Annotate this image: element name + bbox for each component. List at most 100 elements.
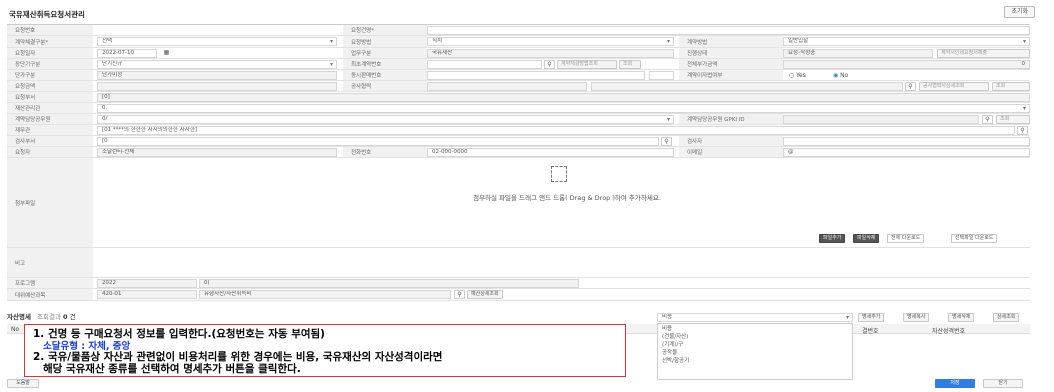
req-method-select[interactable]: 직치 [427,37,674,46]
vendor-view-button[interactable]: 조회 [992,82,1030,91]
label-total-vat: 전체부가금액 [679,59,783,69]
radio-yes[interactable]: ○ Yes [789,72,806,79]
duty-search-icon[interactable]: ⚲ [982,115,993,124]
related-contract-input[interactable] [427,71,645,80]
total-vat-value: 0 [783,60,1030,69]
label-req-date: 요청일자 [7,48,93,58]
count-unit: 건 [69,313,76,321]
col-asset: 자산성격번호 [932,328,966,335]
help-button[interactable]: 도움말 [7,379,39,388]
file-add-button[interactable]: 파일추가 [819,234,846,243]
calendar-icon[interactable]: ▦ [161,49,172,58]
dropdown-option[interactable]: 공작물 [662,349,848,357]
inspector-input[interactable] [783,137,1030,146]
label-phone: 전화번호 [343,147,427,157]
category-select[interactable]: 비용 [657,313,853,322]
label-contract-method: 계약방법 [679,36,783,47]
asset-list-title: 자산명세 [7,313,31,321]
label-remark: 비고 [7,248,93,277]
duty-id-value [783,115,979,124]
finance-search-icon[interactable]: ⚲ [1017,126,1028,135]
vendor-value [427,82,587,91]
dropdown-option[interactable]: (건물/자산) [662,333,848,341]
label-long-term: 장단기구분 [7,59,93,69]
label-contract-type: 계약체결구분* [7,36,93,47]
budget-search-icon[interactable]: ⚲ [454,290,465,299]
drop-hint: 첨부하실 파일을 드래그 앤드 드롭( Drag & Drop )하여 추가하세… [473,194,661,202]
asset-list-header: 자산명세 조회결과 0 건 [7,311,76,321]
asset-manager-select[interactable]: 0. [97,104,1030,113]
email-input[interactable]: @ [783,148,1030,157]
label-attach: 첨부파일 [7,158,93,247]
label-unit-type: 단가구분 [7,70,93,80]
inspect-search-icon[interactable]: ⚲ [661,137,672,146]
col-no: No [11,326,20,333]
req-amount-value [97,82,337,91]
contract-method-select[interactable]: 일반입찰 [783,37,1030,46]
view-contract-button[interactable]: 조회 [619,60,641,69]
inspect-dept-value: [0 [97,137,659,146]
search-icon[interactable]: ⚲ [544,60,555,69]
contract-duty-select[interactable]: 0/ [97,115,674,124]
file-drop-zone[interactable]: 첨부하실 파일을 드래그 앤드 드롭( Drag & Drop )하여 추가하세… [111,158,1023,228]
vendor-search-icon[interactable]: ⚲ [905,82,916,91]
delete-detail-button[interactable]: 명세삭제 [948,313,975,322]
related-contract-extra[interactable] [649,71,674,80]
budget-name: 유형자산/자산취득비 [199,290,451,299]
download-all-button[interactable]: 전체 다운로드 [887,234,925,243]
label-inspector: 검사자 [679,136,783,146]
note-line-4: 해당 국유재산 종류를 선택하여 명세추가 버튼을 클릭한다. [43,362,301,375]
search-contract-button[interactable]: 계약체결방법조회 [557,60,617,69]
label-email: 이메일 [679,147,783,157]
label-related-contract: 동시판매번호 [343,70,427,80]
contract-type-select[interactable]: 선택 [97,37,337,46]
category-dropdown: 비용 (건물/자산) (기계)/구 공작물 선박/항공기 [657,323,853,380]
upload-icon [551,166,567,182]
dropdown-option[interactable]: 비용 [662,325,848,333]
reset-button[interactable]: 초기화 [1004,6,1035,18]
label-requester: 요청자 [7,147,93,157]
label-contract-duty: 계약담당공무원 [7,114,93,124]
count-value: 0 [63,313,68,321]
finance-value: [01 ****의 한한한 자자의의한한 자자한] [97,126,1015,135]
label-progress: 진행상태 [679,48,783,58]
label-first-contract: 최초계약번호 [343,59,427,69]
dropdown-option[interactable]: 선박/항공기 [662,357,848,365]
view-detail-button[interactable]: 상세조회 [993,313,1020,322]
phone-input[interactable]: 02-000-0000 [427,148,674,157]
copy-detail-button[interactable]: 명세복사 [903,313,930,322]
close-button[interactable]: 닫기 [983,379,1023,388]
note-line-1: 1. 건명 등 구매요청서 정보를 입력한다.(요청번호는 자동 부여됨) [33,328,325,340]
page-header: 국유재산취득요청서관리 초기화 [3,6,1035,20]
label-req-amount: 요청금액 [7,81,93,91]
note-line-3: 2. 국유/물품상 자산과 관련없이 비용처리를 위한 경우에는 비용, 국유재… [33,351,443,363]
label-req-name: 요청건명* [343,25,427,35]
req-date-input[interactable]: 2022-07-10 [97,49,157,58]
long-term-select[interactable]: 단기신규 [97,60,337,69]
label-asset-manager: 재산관리관 [7,103,93,113]
program-value-2: 0( [199,279,579,288]
budget-code: 420-01 [97,290,197,299]
budget-detail-button[interactable]: 예산상세조회 [467,290,503,299]
label-finance: 재무관 [7,125,93,135]
duty-view-button[interactable]: 조회 [996,115,1030,124]
download-selected-button[interactable]: 선택파일 다운로드 [951,234,998,243]
label-inspect-dept: 검사부서 [7,136,93,146]
print-request-button[interactable]: 계약서인쇄요청서제출 [937,49,1030,58]
add-detail-button[interactable]: 명세추가 [858,313,885,322]
req-name-input[interactable] [427,26,1030,35]
first-contract-input[interactable] [427,60,542,69]
save-button[interactable]: 저장 [935,379,975,388]
request-form: 요청번호 요청건명* 계약체결구분* 선택 요청방법 직치 계약방법 일반입찰 … [7,24,1030,301]
vendor-search-button[interactable]: 공사협력사상세조회 [919,82,989,91]
label-vendor: 공사협력 [343,81,427,91]
page-title: 국유재산취득요청서관리 [9,10,85,19]
program-value: 2022 [97,279,197,288]
label-duty-id: 계약담당공무원 GPKI ID [679,114,783,124]
req-dept-value: [0] [97,93,1030,102]
file-delete-button[interactable]: 파일삭제 [853,234,880,243]
dropdown-option[interactable]: (기계)/구 [662,341,848,349]
radio-yes-label: Yes [796,72,806,79]
label-biz-type: 업무구분 [343,48,427,58]
radio-no[interactable]: ◉ No [833,72,848,79]
